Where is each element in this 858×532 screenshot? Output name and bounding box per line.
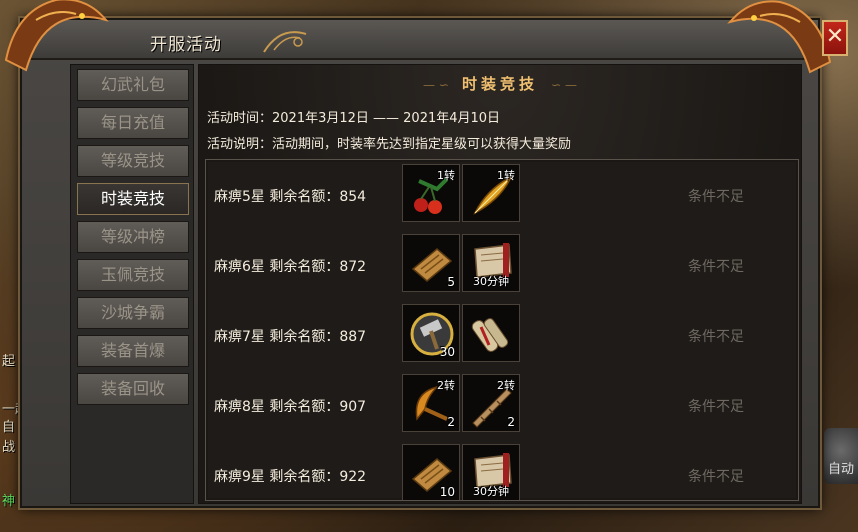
activity-description: 活动说明：活动期间，时装率先达到指定星级可以获得大量奖励	[207, 137, 572, 152]
reward-status: 条件不足	[688, 329, 744, 345]
reward-item-badge: 1转	[497, 169, 515, 182]
close-icon: ✕	[825, 24, 845, 49]
reward-item-count: 2	[447, 415, 455, 429]
heading-left-ornament-icon: — ∽	[423, 78, 449, 92]
reward-item-count: 30	[439, 345, 455, 359]
sidebar-item-level-compete[interactable]: 等级竞技	[77, 145, 189, 177]
activity-time: 活动时间：2021年3月12日 —— 2021年4月10日	[207, 111, 501, 126]
section-heading: — ∽ 时装竞技 ∽ —	[199, 73, 801, 94]
sidebar-item-level-rush[interactable]: 等级冲榜	[77, 221, 189, 253]
close-button[interactable]: ✕	[822, 20, 848, 56]
window-titlebar[interactable]: 开服活动	[22, 20, 818, 60]
reward-row: 麻痹7星 剩余名额：887 30 条件不足	[206, 300, 798, 370]
reward-list[interactable]: 麻痹5星 剩余名额：854 1转 1转 条件不足 麻痹6星 剩余名额：872 5…	[205, 159, 799, 501]
activity-content: — ∽ 时装竞技 ∽ — 活动时间：2021年3月12日 —— 2021年4月1…	[198, 64, 802, 504]
reward-item-duration: 30分钟	[473, 275, 509, 288]
reward-item-duration: 30分钟	[473, 485, 509, 498]
reward-row: 麻痹6星 剩余名额：872 5 30分钟 条件不足	[206, 230, 798, 300]
world-chat-text: 战	[2, 440, 16, 455]
section-heading-text: 时装竞技	[461, 75, 538, 93]
title-ornament-icon	[263, 31, 307, 53]
sidebar-item-jade-compete[interactable]: 玉佩竞技	[77, 259, 189, 291]
reward-item-slot[interactable]: 2转 2	[402, 374, 460, 432]
reward-status: 条件不足	[688, 189, 744, 205]
auto-battle-button[interactable]: 自动	[824, 428, 858, 484]
reward-row-label: 麻痹9星 剩余名额：922	[214, 469, 367, 485]
rolled-scroll-icon	[471, 318, 509, 352]
reward-item-slot[interactable]: 1转	[402, 164, 460, 222]
reward-item-slot[interactable]: 30	[402, 304, 460, 362]
reward-item-badge: 2转	[497, 379, 515, 392]
reward-row: 麻痹8星 剩余名额：907 2转 2 2转 2 条件不足	[206, 370, 798, 440]
sidebar-item-fashion-compete[interactable]: 时装竞技	[77, 183, 189, 215]
reward-item-slot[interactable]: 30分钟	[462, 234, 520, 292]
reward-item-slot[interactable]: 5	[402, 234, 460, 292]
sidebar-item-daily-recharge[interactable]: 每日充值	[77, 107, 189, 139]
reward-item-slot[interactable]: 30分钟	[462, 444, 520, 500]
reward-item-count: 10	[439, 485, 455, 499]
reward-row: 麻痹9星 剩余名额：922 10 30分钟 条件不足	[206, 440, 798, 500]
reward-item-slot[interactable]: 1转	[462, 164, 520, 222]
window-title: 开服活动	[150, 35, 222, 55]
reward-status: 条件不足	[688, 469, 744, 485]
sidebar-item-equip-recycle[interactable]: 装备回收	[77, 373, 189, 405]
reward-row-label: 麻痹7星 剩余名额：887	[214, 329, 367, 345]
reward-row-label: 麻痹8星 剩余名额：907	[214, 399, 367, 415]
activity-window: 开服活动 幻武礼包 每日充值 等级竞技 时装竞技 等级冲榜 玉佩竞技 沙城争霸 …	[20, 18, 820, 508]
activity-sidebar: 幻武礼包 每日充值 等级竞技 时装竞技 等级冲榜 玉佩竞技 沙城争霸 装备首爆 …	[70, 64, 194, 504]
heading-right-ornament-icon: ∽ —	[551, 78, 577, 92]
reward-item-badge: 1转	[437, 169, 455, 182]
reward-row: 麻痹5星 剩余名额：854 1转 1转 条件不足	[206, 160, 798, 230]
reward-row-label: 麻痹5星 剩余名额：854	[214, 189, 367, 205]
reward-status: 条件不足	[688, 399, 744, 415]
world-chat-text: 神	[2, 494, 16, 509]
sidebar-item-castle-war[interactable]: 沙城争霸	[77, 297, 189, 329]
auto-battle-label: 自动	[827, 462, 854, 477]
reward-item-count: 5	[447, 275, 455, 289]
world-chat-text: 自	[2, 420, 16, 435]
reward-row-label: 麻痹6星 剩余名额：872	[214, 259, 367, 275]
world-chat-text: 起	[2, 354, 16, 369]
reward-item-slot[interactable]	[462, 304, 520, 362]
reward-status: 条件不足	[688, 259, 744, 275]
sidebar-item-equip-first-drop[interactable]: 装备首爆	[77, 335, 189, 367]
dragon-ornament-left-icon	[4, 0, 109, 72]
reward-item-count: 2	[507, 415, 515, 429]
reward-item-slot[interactable]: 2转 2	[462, 374, 520, 432]
reward-item-badge: 2转	[437, 379, 455, 392]
reward-item-slot[interactable]: 10	[402, 444, 460, 500]
